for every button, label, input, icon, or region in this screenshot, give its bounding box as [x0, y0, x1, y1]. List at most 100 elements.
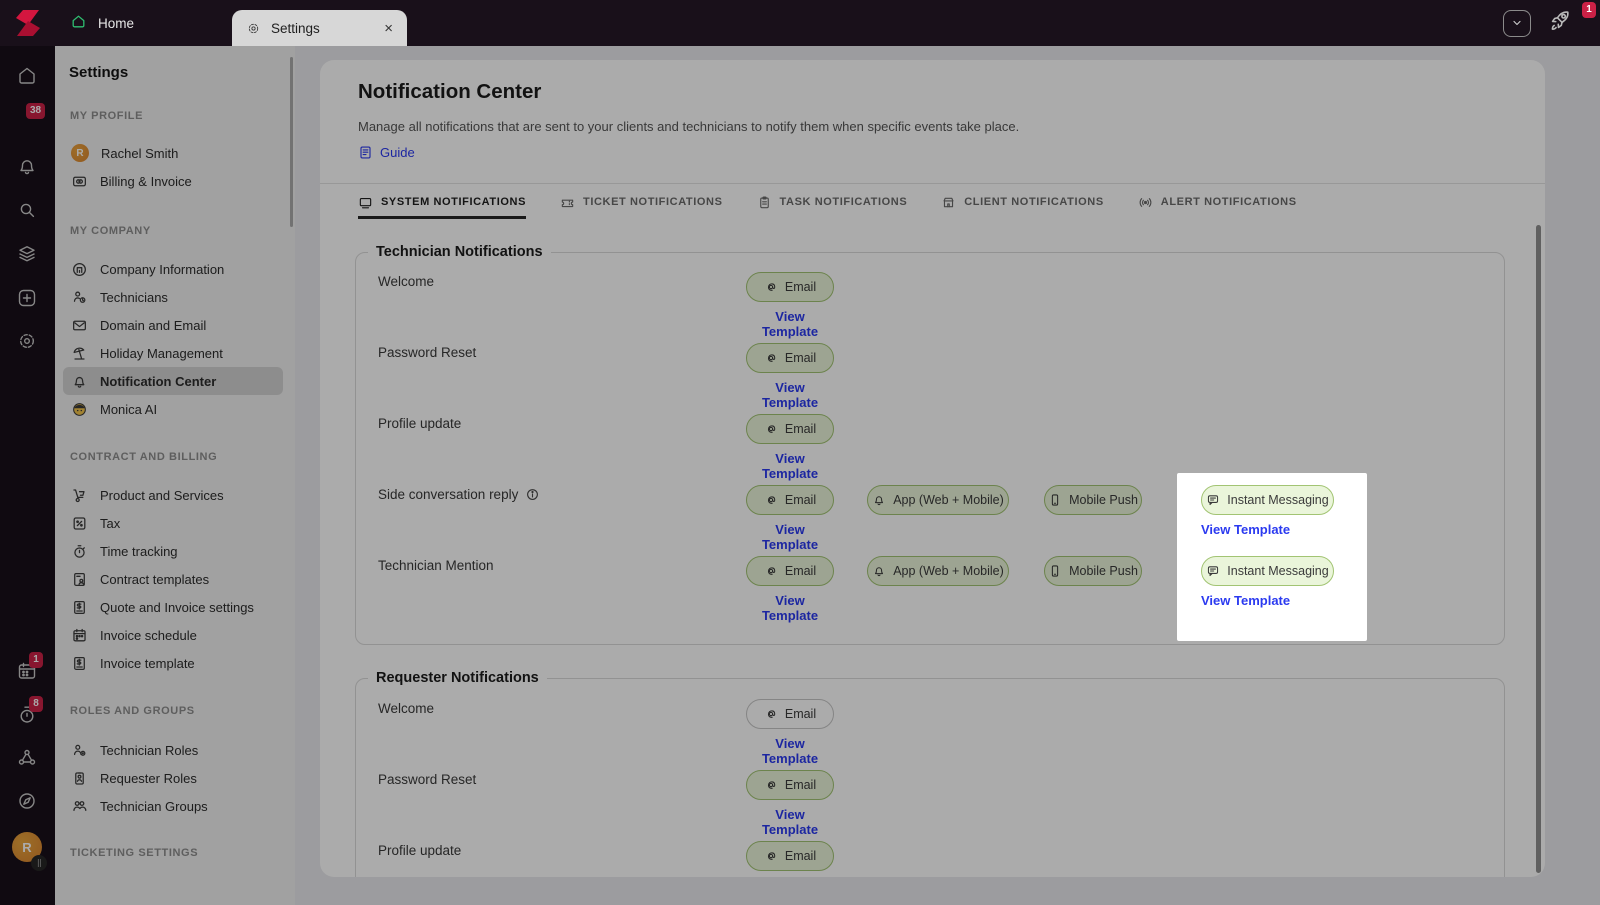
- sidebar-item-holiday-management[interactable]: Holiday Management: [63, 339, 283, 367]
- channel-email-pill[interactable]: Email: [746, 770, 834, 800]
- sidebar-item-quote-invoice-settings[interactable]: Quote and Invoice settings: [63, 593, 283, 621]
- sidebar-item-requester-roles[interactable]: Requester Roles: [63, 764, 283, 792]
- channel-push-pill[interactable]: Mobile Push: [1044, 485, 1142, 515]
- tax-icon: [71, 515, 88, 532]
- at-icon: [764, 849, 778, 863]
- schedule-calendar-icon: [71, 627, 88, 644]
- channel-app-pill[interactable]: App (Web + Mobile): [867, 556, 1009, 586]
- at-icon: [764, 351, 778, 365]
- sidebar-item-billing-invoice[interactable]: Billing & Invoice: [63, 167, 283, 195]
- sidebar-item-monica-ai[interactable]: Monica AI: [63, 395, 283, 423]
- sidebar-item-company-information[interactable]: Company Information: [63, 255, 283, 283]
- sidebar-item-invoice-schedule[interactable]: Invoice schedule: [63, 621, 283, 649]
- content-scrollbar[interactable]: [1536, 225, 1541, 873]
- guide-link[interactable]: Guide: [358, 145, 415, 160]
- id-badge-icon: [71, 770, 88, 787]
- channel-push-pill[interactable]: Mobile Push: [1044, 556, 1142, 586]
- row-profile-update: Profile update Email: [356, 837, 1504, 877]
- whats-new-rocket[interactable]: [1547, 8, 1572, 38]
- rail-notifications-icon[interactable]: [16, 156, 38, 178]
- view-template-link[interactable]: View Template: [1201, 593, 1334, 608]
- requester-notifications-section: Requester Notifications Welcome Email Vi…: [355, 670, 1505, 877]
- tab-alert-notifications[interactable]: ALERT NOTIFICATIONS: [1138, 190, 1297, 219]
- sidebar-item-contract-templates[interactable]: Contract templates: [63, 565, 283, 593]
- view-template-link[interactable]: View Template: [746, 593, 834, 623]
- sidebar-item-technicians[interactable]: Technicians: [63, 283, 283, 311]
- channel-im-pill[interactable]: Instant Messaging: [1201, 485, 1334, 515]
- sidebar-item-invoice-template[interactable]: Invoice template: [63, 649, 283, 677]
- tab-system-notifications[interactable]: SYSTEM NOTIFICATIONS: [358, 190, 527, 219]
- sidebar-item-product-services[interactable]: Product and Services: [63, 481, 283, 509]
- rail-explore-icon[interactable]: [16, 790, 38, 812]
- at-icon: [764, 707, 778, 721]
- sidebar-item-technician-groups[interactable]: Technician Groups: [63, 792, 283, 820]
- rail-timer-badge: 8: [29, 696, 43, 712]
- tab-task-notifications[interactable]: TASK NOTIFICATIONS: [757, 190, 908, 219]
- view-template-link[interactable]: View Template: [1201, 522, 1334, 537]
- view-template-link[interactable]: View Template: [746, 736, 834, 766]
- rail-search-icon[interactable]: [16, 199, 38, 221]
- bell-icon: [872, 493, 886, 507]
- rocket-icon: [1551, 11, 1569, 30]
- at-icon: [764, 280, 778, 294]
- gear-icon: [246, 21, 261, 36]
- channel-email-pill[interactable]: Email: [746, 841, 834, 871]
- contract-doc-icon: [71, 571, 88, 588]
- view-template-link[interactable]: View Template: [746, 309, 834, 339]
- settings-tab[interactable]: Settings ×: [232, 10, 407, 46]
- superops-logo-icon[interactable]: [11, 7, 45, 39]
- settings-sidebar: Settings MY PROFILE R Rachel Smith Billi…: [55, 46, 295, 905]
- view-template-link[interactable]: View Template: [746, 380, 834, 410]
- tab-ticket-notifications[interactable]: TICKET NOTIFICATIONS: [560, 190, 723, 219]
- channel-email-pill[interactable]: Email: [746, 414, 834, 444]
- company-icon: [71, 261, 88, 278]
- channel-email-pill[interactable]: Email: [746, 699, 834, 729]
- rail-create-icon[interactable]: [16, 287, 38, 309]
- sidebar-item-technician-roles[interactable]: Technician Roles: [63, 736, 283, 764]
- sidebar-scrollbar[interactable]: [290, 57, 293, 227]
- chevron-down-icon: [1513, 20, 1521, 26]
- channel-email-pill[interactable]: Email: [746, 343, 834, 373]
- channel-email-pill[interactable]: Email: [746, 485, 834, 515]
- collapse-button[interactable]: [1503, 9, 1531, 37]
- row-label: Password Reset: [378, 345, 477, 360]
- row-label: Welcome: [378, 274, 435, 289]
- avatar-apps-icon: ⣿: [31, 855, 47, 871]
- sidebar-item-tax[interactable]: Tax: [63, 509, 283, 537]
- row-technician-mention: Technician Mention Email View Template A…: [356, 552, 1504, 623]
- stopwatch-icon: [71, 543, 88, 560]
- sidebar-item-time-tracking[interactable]: Time tracking: [63, 537, 283, 565]
- phone-icon: [1048, 493, 1062, 507]
- rail-modules-icon[interactable]: [16, 243, 38, 265]
- billing-card-icon: [71, 173, 88, 190]
- invoice-template-icon: [71, 655, 88, 672]
- dolly-icon: [71, 487, 88, 504]
- sidebar-item-notification-center[interactable]: Notification Center: [63, 367, 283, 395]
- umbrella-icon: [71, 345, 88, 362]
- channel-email-pill[interactable]: Email: [746, 272, 834, 302]
- monitor-icon: [358, 195, 373, 210]
- channel-app-pill[interactable]: App (Web + Mobile): [867, 485, 1009, 515]
- clipboard-icon: [757, 195, 772, 210]
- view-template-link[interactable]: View Template: [746, 807, 834, 837]
- section-ticketing-settings: TICKETING SETTINGS: [70, 847, 199, 859]
- sidebar-item-rachel-smith[interactable]: R Rachel Smith: [63, 139, 283, 167]
- rail-integrations-icon[interactable]: [16, 747, 38, 769]
- close-tab-icon[interactable]: ×: [384, 21, 393, 36]
- person-role-icon: [71, 742, 88, 759]
- info-icon[interactable]: [525, 487, 540, 502]
- view-template-link[interactable]: View Template: [746, 451, 834, 481]
- invoice-doc-icon: [71, 599, 88, 616]
- sidebar-item-domain-email[interactable]: Domain and Email: [63, 311, 283, 339]
- rail-settings-icon[interactable]: [16, 330, 38, 352]
- row-profile-update: Profile update Email View Template: [356, 410, 1504, 481]
- page-description: Manage all notifications that are sent t…: [358, 119, 1020, 134]
- channel-im-pill[interactable]: Instant Messaging: [1201, 556, 1334, 586]
- channel-email-pill[interactable]: Email: [746, 556, 834, 586]
- home-tab[interactable]: Home: [58, 0, 146, 46]
- rail-home-icon[interactable]: [16, 65, 38, 87]
- view-template-link[interactable]: View Template: [746, 522, 834, 552]
- technician-notifications-section: Technician Notifications Welcome Email V…: [355, 244, 1505, 645]
- tab-client-notifications[interactable]: CLIENT NOTIFICATIONS: [941, 190, 1104, 219]
- section-roles-groups: ROLES AND GROUPS: [70, 705, 195, 717]
